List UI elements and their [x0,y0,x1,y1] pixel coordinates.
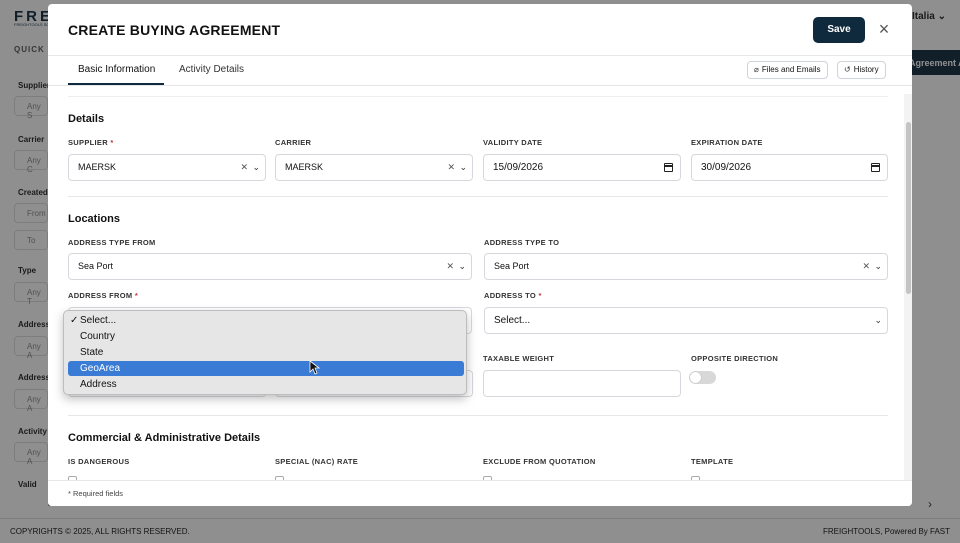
carrier-label: CARRIER [275,138,312,147]
expiration-date-input[interactable]: 30/09/2026 [691,154,888,181]
clear-icon[interactable]: ✕ [447,155,455,180]
section-details-title: Details [68,113,105,125]
files-and-emails-label: Files and Emails [761,65,821,74]
checkmark-icon: ✓ [70,315,79,326]
close-icon[interactable]: × [876,20,892,38]
expiration-date-value: 30/09/2026 [701,162,752,173]
calendar-icon[interactable] [871,163,880,172]
supplier-select[interactable]: MAERSK ✕ ⌄ [68,154,266,181]
chevron-down-icon[interactable]: ⌄ [252,155,260,180]
create-buying-agreement-modal: CREATE BUYING AGREEMENT Save × Basic Inf… [48,4,912,506]
dropdown-option-state[interactable]: State [68,345,464,360]
carrier-value: MAERSK [285,162,324,172]
validity-date-label: VALIDITY DATE [483,138,543,147]
dropdown-option-geoarea[interactable]: GeoArea [68,361,464,376]
history-icon: ↺ [844,65,851,74]
tabs-divider [48,85,912,86]
chevron-down-icon[interactable]: ⌄ [459,155,467,180]
header-divider [48,55,912,56]
history-button[interactable]: ↺ History [837,61,886,79]
expiration-date-label: EXPIRATION DATE [691,138,763,147]
chevron-down-icon[interactable]: ⌄ [874,254,882,279]
address-type-to-select[interactable]: Sea Port ✕ ⌄ [484,253,888,280]
is-dangerous-label: IS DANGEROUS [68,457,130,466]
special-rate-label: SPECIAL (NAC) RATE [275,457,359,466]
supplier-value: MAERSK [78,162,117,172]
toggle-knob [690,372,701,383]
save-button[interactable]: Save [813,17,865,43]
required-fields-note: * Required fields [68,489,124,498]
carrier-select[interactable]: MAERSK ✕ ⌄ [275,154,473,181]
validity-date-value: 15/09/2026 [493,162,544,173]
clear-icon[interactable]: ✕ [446,254,454,279]
section-commercial-title: Commercial & Administrative Details [68,432,261,444]
opposite-direction-label: OPPOSITE DIRECTION [691,354,779,363]
dropdown-option-country[interactable]: Country [68,329,464,344]
calendar-icon[interactable] [664,163,673,172]
template-label: TEMPLATE [691,457,734,466]
address-type-to-value: Sea Port [494,261,530,271]
address-type-from-value: Sea Port [78,261,114,271]
opposite-direction-toggle[interactable] [689,371,716,384]
address-to-value: Select... [494,315,531,326]
scrollbar-thumb[interactable] [906,122,911,294]
chevron-down-icon[interactable]: ⌄ [458,254,466,279]
content-top-divider [68,96,888,97]
files-and-emails-button[interactable]: ⌀ Files and Emails [747,61,828,79]
dropdown-option-select[interactable]: ✓ Select... [68,313,464,328]
taxable-weight-label: TAXABLE WEIGHT [483,354,555,363]
supplier-label: SUPPLIER * [68,138,114,147]
modal-footer: * Required fields [48,480,912,506]
clear-icon[interactable]: ✕ [862,254,870,279]
taxable-weight-input[interactable] [483,370,681,397]
history-label: History [853,65,879,74]
section-divider [68,196,888,197]
paperclip-icon: ⌀ [754,65,759,74]
clear-icon[interactable]: ✕ [240,155,248,180]
validity-date-input[interactable]: 15/09/2026 [483,154,681,181]
chevron-down-icon[interactable]: ⌄ [874,308,882,333]
exclude-quotation-label: EXCLUDE FROM QUOTATION [483,457,596,466]
address-type-to-label: ADDRESS TYPE TO [484,238,560,247]
address-to-select[interactable]: Select... ⌄ [484,307,888,334]
mouse-cursor-icon [309,360,321,375]
address-type-from-select[interactable]: Sea Port ✕ ⌄ [68,253,472,280]
tab-basic-information[interactable]: Basic Information [78,64,155,75]
modal-title: CREATE BUYING AGREEMENT [68,22,281,38]
section-divider [68,415,888,416]
section-locations-title: Locations [68,213,120,225]
address-from-dropdown[interactable]: ✓ Select... Country State GeoArea Address [63,310,467,395]
address-type-from-label: ADDRESS TYPE FROM [68,238,156,247]
dropdown-option-address[interactable]: Address [68,377,464,392]
address-from-label: ADDRESS FROM * [68,291,139,300]
tab-activity-details[interactable]: Activity Details [179,64,244,75]
address-to-label: ADDRESS TO * [484,291,542,300]
